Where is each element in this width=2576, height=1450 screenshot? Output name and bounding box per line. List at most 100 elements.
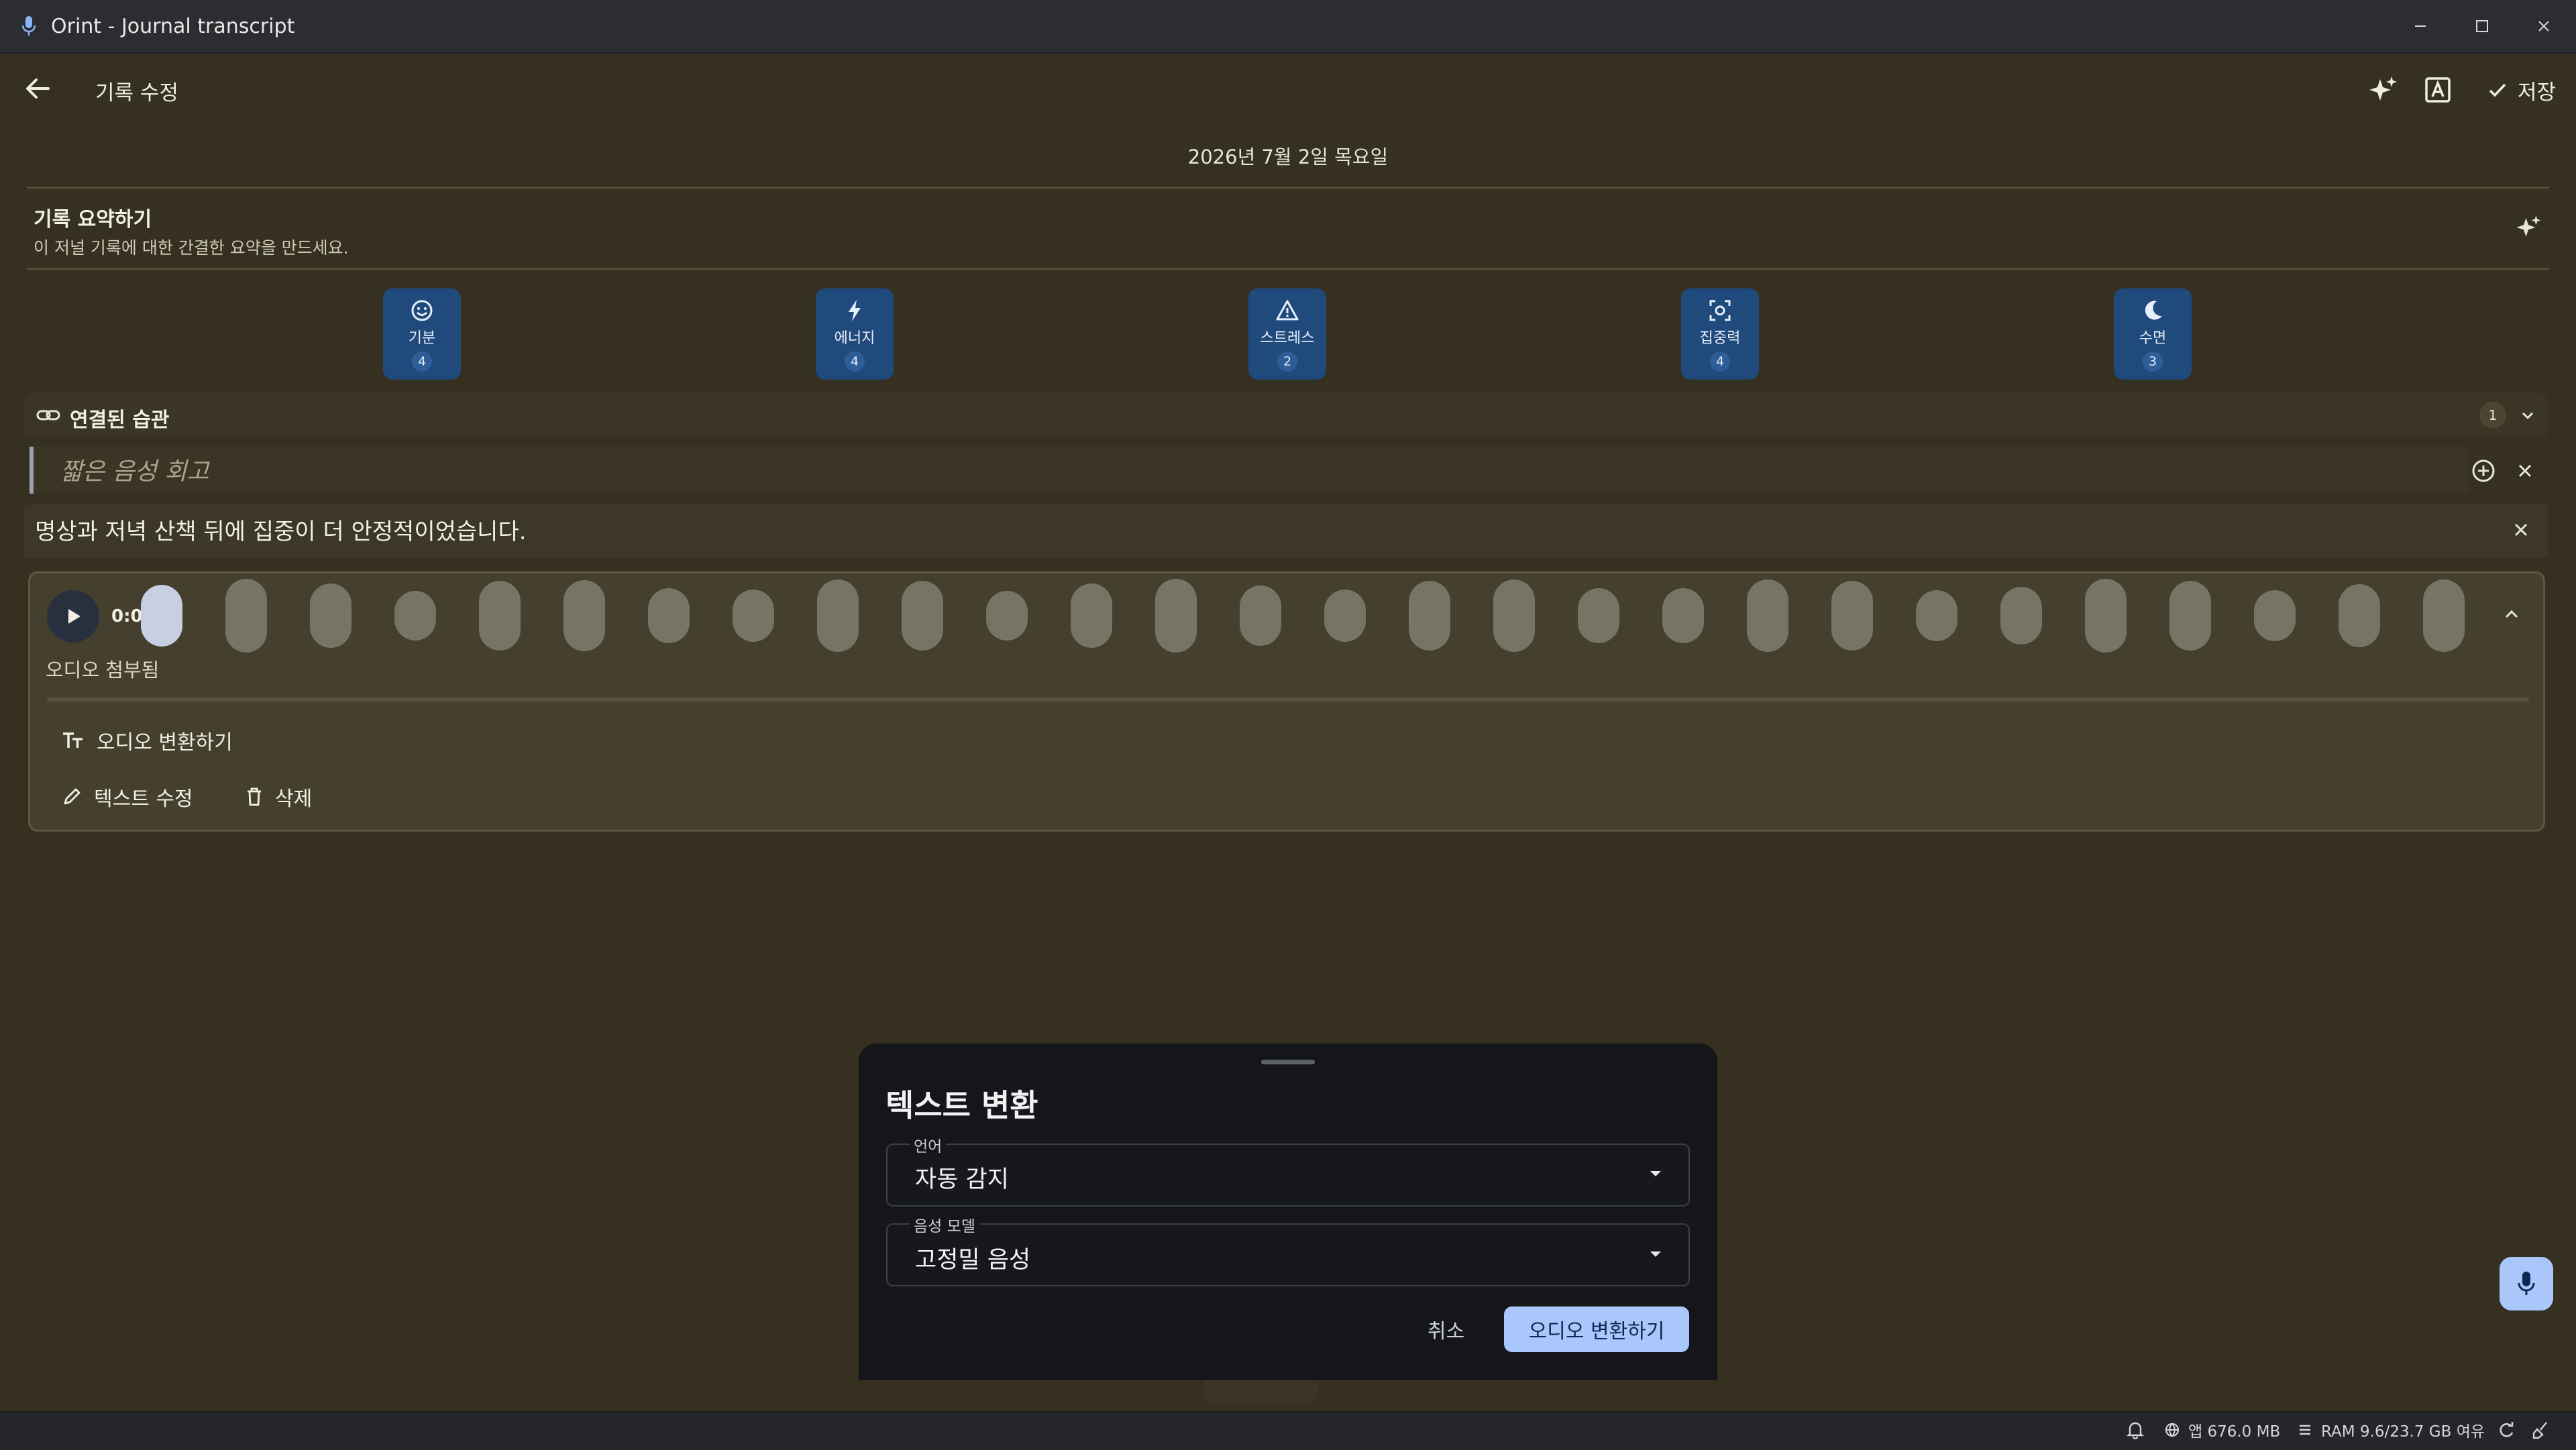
cleanup-button[interactable] <box>2532 1411 2551 1449</box>
delete-button[interactable]: 삭제 <box>246 782 312 812</box>
play-icon <box>68 609 80 624</box>
ai-sparkle-button[interactable] <box>2367 74 2399 106</box>
confirm-transcribe-button[interactable]: 오디오 변환하기 <box>1504 1306 1689 1352</box>
waveform-bar <box>1662 588 1704 643</box>
waveform-bar <box>1155 579 1197 653</box>
metric-value: 2 <box>1277 351 1297 372</box>
voice-title-placeholder: 짧은 음성 회고 <box>60 458 209 486</box>
waveform-bar <box>1071 583 1112 648</box>
notifications-button[interactable] <box>2127 1411 2144 1449</box>
ram-indicator: RAM 9.6/23.7 GB 여유 <box>2297 1411 2485 1449</box>
sparkle-icon <box>2516 215 2541 237</box>
arrow-left-icon <box>26 78 50 99</box>
add-button[interactable] <box>2470 457 2497 484</box>
waveform-bar <box>648 588 690 643</box>
waveform-bar <box>1831 581 1873 651</box>
remove-voice-title-button[interactable] <box>2513 459 2537 483</box>
save-button[interactable]: 저장 <box>2487 74 2556 106</box>
waveform-bar <box>2254 590 2296 641</box>
text-block-content: 명상과 저녁 산책 뒤에 집중이 더 안정적이었습니다. <box>35 518 527 545</box>
font-icon <box>2425 77 2451 103</box>
audio-waveform[interactable] <box>134 575 2482 656</box>
linked-habits-label: 연결된 습관 <box>70 408 170 432</box>
language-label: 언어 <box>910 1133 947 1156</box>
close-window-button[interactable] <box>2513 0 2575 52</box>
waveform-bar <box>817 579 859 652</box>
bolt-icon <box>845 298 865 323</box>
warning-icon <box>1275 298 1299 323</box>
entry-date: 2026년 7월 2일 목요일 <box>1187 146 1389 168</box>
play-button[interactable] <box>47 590 99 643</box>
waveform-bar <box>1916 590 1957 641</box>
waveform-bar <box>1409 581 1450 651</box>
app-memory-text: 앱 676.0 MB <box>2188 1423 2281 1441</box>
waveform-bar <box>394 591 436 640</box>
waveform-bar <box>2423 579 2465 652</box>
metric-value: 4 <box>1710 351 1730 372</box>
globe-icon <box>2165 1423 2180 1437</box>
metric-value: 4 <box>845 351 865 372</box>
window-titlebar: Orint - Journal transcript <box>0 0 2576 54</box>
microphone-icon <box>2518 1272 2535 1295</box>
dropdown-arrow-icon <box>1646 1247 1665 1261</box>
waveform-bar <box>479 581 521 651</box>
moon-icon <box>2141 298 2165 323</box>
record-voice-fab[interactable] <box>2500 1257 2553 1310</box>
sheet-title: 텍스트 변환 <box>885 1087 1038 1123</box>
waveform-bar <box>1578 588 1619 643</box>
transcribe-audio-button[interactable]: 오디오 변환하기 <box>62 726 233 755</box>
cancel-button[interactable]: 취소 <box>1428 1315 1464 1344</box>
pencil-icon <box>64 788 80 805</box>
metric-focus[interactable]: 집중력 4 <box>1681 288 1759 380</box>
microphone-icon <box>20 15 38 38</box>
language-value: 자동 감지 <box>915 1166 1009 1193</box>
linked-habits-row[interactable] <box>24 393 2548 437</box>
list-icon <box>2300 1425 2310 1435</box>
text-format-button[interactable] <box>2423 75 2453 105</box>
bell-icon <box>2127 1422 2144 1439</box>
metric-sleep[interactable]: 수면 3 <box>2114 288 2192 380</box>
metric-mood[interactable]: 기분 4 <box>383 288 461 380</box>
close-icon <box>2518 464 2532 478</box>
waveform-bar <box>1324 590 1366 642</box>
sheet-drag-handle[interactable] <box>1261 1060 1315 1064</box>
refresh-button[interactable] <box>2497 1411 2516 1449</box>
audio-progress-track[interactable] <box>47 698 2529 702</box>
edit-text-label: 텍스트 수정 <box>94 787 193 811</box>
trash-icon <box>248 787 261 806</box>
minimize-button[interactable] <box>2390 0 2451 52</box>
expand-habits-button[interactable] <box>2517 405 2538 427</box>
link-icon <box>36 405 60 425</box>
summary-title[interactable]: 기록 요약하기 <box>34 203 152 232</box>
metric-value: 4 <box>412 351 432 372</box>
waveform-bar <box>2085 579 2127 653</box>
app-memory-indicator: 앱 676.0 MB <box>2164 1411 2280 1449</box>
maximize-button[interactable] <box>2451 0 2513 52</box>
window-title: Orint - Journal transcript <box>51 15 295 38</box>
waveform-bar <box>2000 587 2042 645</box>
waveform-bar <box>225 579 267 653</box>
waveform-bar <box>1747 579 1788 652</box>
voice-model-label: 음성 모델 <box>910 1213 979 1236</box>
collapse-audio-button[interactable] <box>2500 602 2524 626</box>
sparkle-icon <box>2369 76 2397 101</box>
metric-stress[interactable]: 스트레스 2 <box>1248 288 1326 380</box>
metric-value: 3 <box>2143 351 2163 372</box>
metric-label: 기분 <box>408 330 436 347</box>
ram-text: RAM 9.6/23.7 GB 여유 <box>2321 1423 2485 1441</box>
summarize-button[interactable] <box>2514 213 2542 241</box>
waveform-bar <box>1240 585 1281 646</box>
back-button[interactable] <box>23 74 52 103</box>
voice-title-field[interactable] <box>30 447 2469 494</box>
summary-subtitle: 이 저널 기록에 대한 간결한 요약을 만드세요. <box>34 238 349 258</box>
waveform-bar <box>2169 581 2211 651</box>
broom-icon <box>2532 1422 2547 1439</box>
metric-label: 수면 <box>2139 330 2167 347</box>
metric-energy[interactable]: 에너지 4 <box>816 288 894 380</box>
waveform-bar <box>564 580 605 651</box>
metric-label: 에너지 <box>834 330 875 347</box>
remove-text-button[interactable] <box>2509 518 2533 542</box>
edit-text-button[interactable]: 텍스트 수정 <box>62 782 193 812</box>
dropdown-arrow-icon <box>1646 1167 1665 1180</box>
recycle-icon <box>2500 1422 2514 1437</box>
